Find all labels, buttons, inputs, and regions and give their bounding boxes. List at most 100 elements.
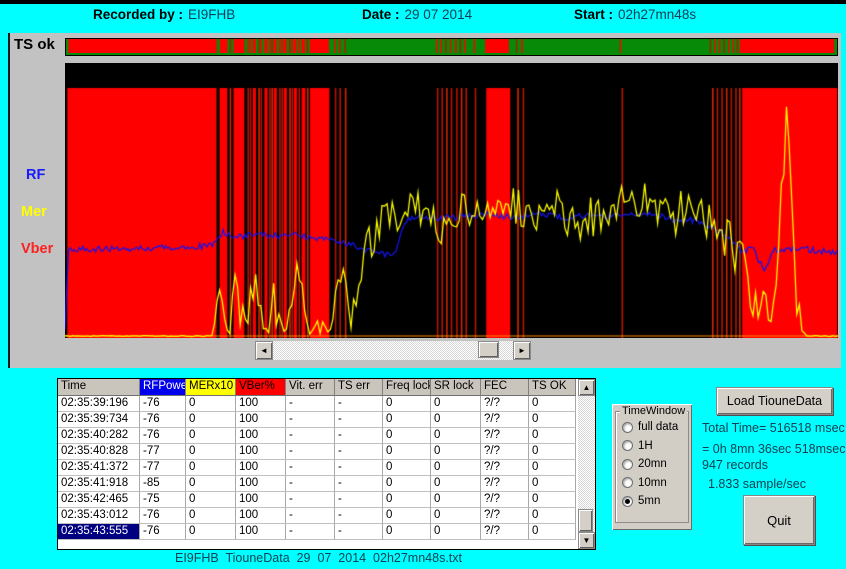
scroll-right-button[interactable]: ► — [513, 341, 531, 360]
table-row[interactable]: 02:35:39:196-760100--00?/?0 — [58, 396, 578, 412]
table-cell[interactable]: 0 — [186, 428, 236, 444]
table-cell[interactable]: 02:35:39:734 — [58, 412, 140, 428]
load-tiounedata-button[interactable]: Load TiouneData — [716, 387, 833, 415]
table-cell[interactable]: 02:35:40:828 — [58, 444, 140, 460]
time-window-option-full-data[interactable]: full data — [622, 418, 688, 437]
table-cell[interactable]: 02:35:41:918 — [58, 476, 140, 492]
table-cell[interactable]: 0 — [529, 460, 576, 476]
table-cell[interactable]: -77 — [140, 444, 186, 460]
table-cell[interactable]: 0 — [383, 476, 431, 492]
table-row[interactable]: 02:35:40:282-760100--00?/?0 — [58, 428, 578, 444]
table-cell[interactable]: 100 — [236, 412, 286, 428]
table-cell[interactable]: ?/? — [481, 412, 529, 428]
table-cell[interactable]: - — [286, 396, 335, 412]
table-cell[interactable]: 100 — [236, 460, 286, 476]
vscroll-track[interactable] — [578, 396, 595, 532]
table-row[interactable]: 02:35:41:372-770100--00?/?0 — [58, 460, 578, 476]
table-cell[interactable]: - — [286, 428, 335, 444]
table-cell[interactable]: - — [286, 508, 335, 524]
table-cell[interactable]: - — [335, 460, 383, 476]
table-cell[interactable]: ?/? — [481, 396, 529, 412]
table-cell[interactable]: 0 — [186, 492, 236, 508]
table-row[interactable]: 02:35:40:828-770100--00?/?0 — [58, 444, 578, 460]
table-cell[interactable]: 0 — [529, 396, 576, 412]
table-cell[interactable]: -76 — [140, 524, 186, 540]
table-cell[interactable]: 100 — [236, 492, 286, 508]
time-window-option-5mn[interactable]: 5mn — [622, 492, 688, 511]
table-cell[interactable]: - — [286, 476, 335, 492]
table-cell[interactable]: 0 — [186, 396, 236, 412]
table-cell[interactable]: -85 — [140, 476, 186, 492]
table-cell[interactable]: ?/? — [481, 460, 529, 476]
table-cell[interactable]: - — [335, 476, 383, 492]
table-cell[interactable]: 0 — [529, 476, 576, 492]
table-cell[interactable]: - — [286, 524, 335, 540]
radio-icon[interactable] — [622, 459, 633, 470]
table-row[interactable]: 02:35:42:465-750100--00?/?0 — [58, 492, 578, 508]
table-cell[interactable]: 100 — [236, 428, 286, 444]
table-cell[interactable]: 0 — [529, 508, 576, 524]
table-cell[interactable]: 0 — [431, 444, 481, 460]
table-row[interactable]: 02:35:41:918-850100--00?/?0 — [58, 476, 578, 492]
table-cell[interactable]: - — [335, 492, 383, 508]
table-cell[interactable]: 0 — [431, 476, 481, 492]
table-cell[interactable]: 0 — [431, 492, 481, 508]
table-cell[interactable]: 0 — [529, 444, 576, 460]
scroll-down-button[interactable]: ▼ — [578, 532, 595, 549]
table-cell[interactable]: - — [286, 460, 335, 476]
table-cell[interactable]: 0 — [186, 444, 236, 460]
table-cell[interactable]: ?/? — [481, 492, 529, 508]
table-cell[interactable]: 02:35:40:282 — [58, 428, 140, 444]
table-cell[interactable]: - — [335, 396, 383, 412]
table-cell[interactable]: 0 — [186, 508, 236, 524]
table-cell[interactable]: -77 — [140, 460, 186, 476]
table-cell[interactable]: 0 — [529, 524, 576, 540]
time-window-option-20mn[interactable]: 20mn — [622, 455, 688, 474]
table-cell[interactable]: 02:35:41:372 — [58, 460, 140, 476]
table-cell[interactable]: ?/? — [481, 524, 529, 540]
table-cell[interactable]: - — [335, 444, 383, 460]
table-cell[interactable]: 0 — [186, 524, 236, 540]
table-cell[interactable]: ?/? — [481, 428, 529, 444]
table-cell[interactable]: - — [286, 492, 335, 508]
radio-icon[interactable] — [622, 477, 633, 488]
table-cell[interactable]: 0 — [431, 428, 481, 444]
radio-icon[interactable] — [622, 440, 633, 451]
vscroll-thumb[interactable] — [578, 509, 593, 532]
table-cell[interactable]: 0 — [383, 460, 431, 476]
time-window-option-10mn[interactable]: 10mn — [622, 474, 688, 493]
table-cell[interactable]: 100 — [236, 396, 286, 412]
table-cell[interactable]: 02:35:39:196 — [58, 396, 140, 412]
table-cell[interactable]: 100 — [236, 476, 286, 492]
hscroll-track[interactable] — [273, 341, 513, 360]
table-cell[interactable]: 0 — [383, 396, 431, 412]
table-cell[interactable]: -76 — [140, 396, 186, 412]
table-cell[interactable]: 0 — [186, 476, 236, 492]
table-cell[interactable]: - — [335, 508, 383, 524]
table-cell[interactable]: -75 — [140, 492, 186, 508]
hscroll-thumb[interactable] — [478, 341, 499, 358]
table-cell[interactable]: 02:35:42:465 — [58, 492, 140, 508]
table-cell[interactable]: 0 — [529, 492, 576, 508]
table-cell[interactable]: 0 — [383, 492, 431, 508]
scroll-left-button[interactable]: ◄ — [255, 341, 273, 360]
chart-horizontal-scrollbar[interactable]: ◄ ► — [255, 341, 531, 360]
radio-icon[interactable] — [622, 422, 633, 433]
table-cell[interactable]: - — [335, 412, 383, 428]
table-cell[interactable]: 100 — [236, 524, 286, 540]
table-row[interactable]: 02:35:39:734-760100--00?/?0 — [58, 412, 578, 428]
quit-button[interactable]: Quit — [743, 495, 815, 545]
table-cell[interactable]: 0 — [431, 508, 481, 524]
table-cell[interactable]: 0 — [383, 412, 431, 428]
table-cell[interactable]: 0 — [383, 508, 431, 524]
table-cell[interactable]: 0 — [383, 428, 431, 444]
scroll-up-button[interactable]: ▲ — [578, 379, 595, 396]
table-cell[interactable]: 100 — [236, 508, 286, 524]
table-cell[interactable]: 0 — [431, 460, 481, 476]
table-cell[interactable]: - — [286, 412, 335, 428]
table-cell[interactable]: - — [335, 524, 383, 540]
table-cell[interactable]: ?/? — [481, 444, 529, 460]
table-cell[interactable]: 100 — [236, 444, 286, 460]
table-cell[interactable]: 0 — [383, 444, 431, 460]
table-row[interactable]: 02:35:43:555-760100--00?/?0 — [58, 524, 578, 540]
